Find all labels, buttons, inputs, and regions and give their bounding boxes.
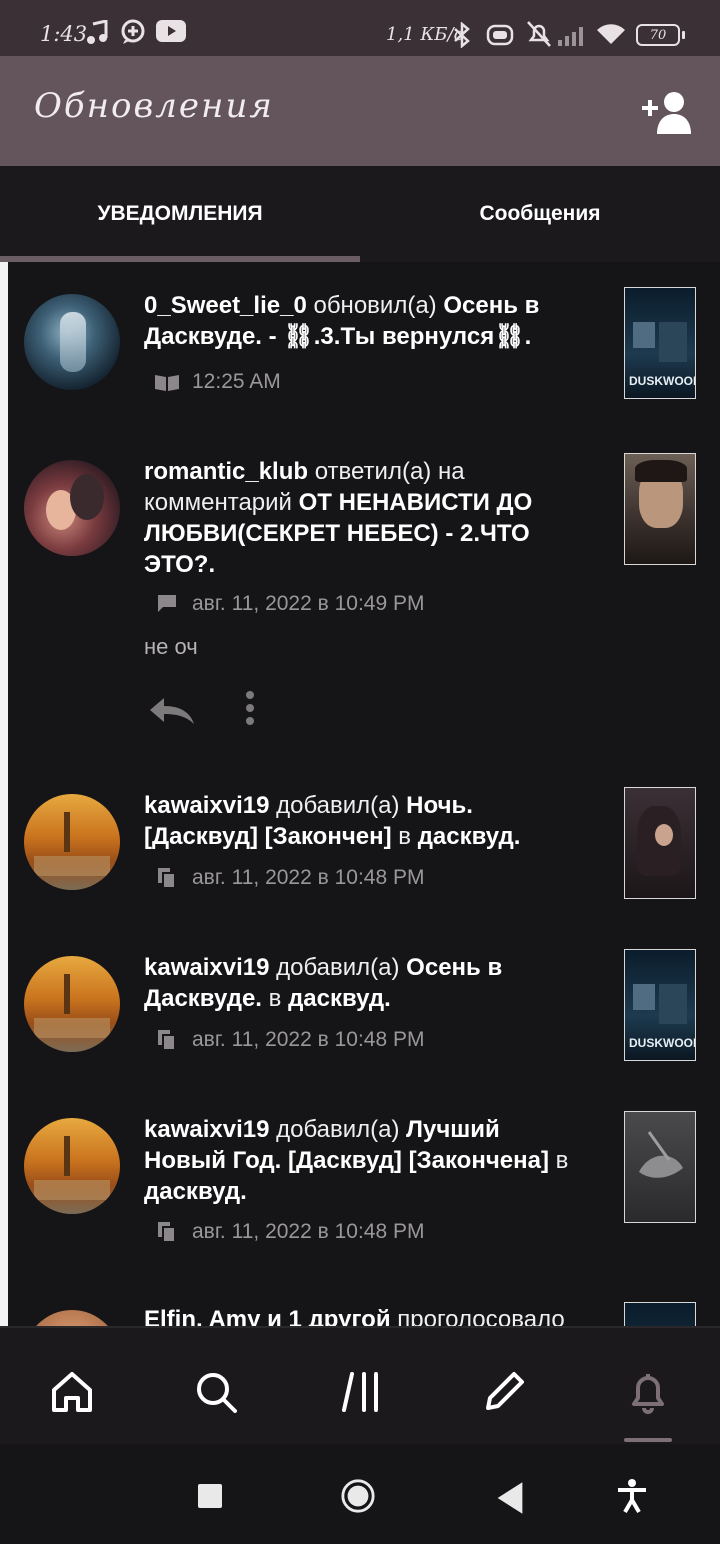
user-name[interactable]: 0_Sweet_lie_0 [144, 292, 307, 319]
bluetooth-icon [454, 22, 470, 48]
story-cover[interactable] [624, 1111, 696, 1223]
battery-tip [682, 31, 685, 39]
timestamp: авг. 11, 2022 в 10:49 PM [192, 592, 425, 615]
timestamp: авг. 11, 2022 в 10:48 PM [192, 1028, 425, 1051]
avatar[interactable] [24, 1118, 120, 1214]
tab-notifications[interactable]: УВЕДОМЛЕНИЯ [0, 166, 360, 262]
notification-item[interactable]: 0_Sweet_lie_0 обновил(а) Осень в Дасквуд… [8, 262, 720, 428]
youtube-icon [156, 20, 186, 42]
user-name[interactable]: romantic_klub [144, 458, 308, 485]
write-icon[interactable] [480, 1368, 528, 1416]
library-icon[interactable] [336, 1368, 384, 1416]
status-bar: 1:43 1,1 КБ/с 70 [0, 0, 720, 56]
notification-text: kawaixvi19 добавил(а) Осень в Дасквуде. … [144, 954, 503, 1012]
story-cover[interactable] [624, 1302, 696, 1326]
avatar[interactable] [24, 956, 120, 1052]
notification-text: 0_Sweet_lie_0 обновил(а) Осень в Дасквуд… [144, 292, 540, 350]
notification-text: kawaixvi19 добавил(а) Ночь. [Дасквуд] [З… [144, 792, 521, 850]
story-cover[interactable] [624, 787, 696, 899]
accessibility-icon[interactable] [614, 1478, 650, 1514]
comment-icon [158, 595, 176, 612]
cover-art [639, 1131, 683, 1178]
battery-icon: 70 [636, 24, 680, 46]
notification-meta: авг. 11, 2022 в 10:48 PM [154, 864, 425, 892]
notification-item[interactable]: kawaixvi19 добавил(а) Ночь. [Дасквуд] [З… [8, 762, 720, 924]
tab-messages[interactable]: Сообщения [360, 166, 720, 262]
user-name[interactable]: kawaixvi19 [144, 1116, 269, 1143]
home-circle-icon[interactable] [340, 1478, 376, 1514]
notification-item[interactable]: kawaixvi19 добавил(а) Осень в Дасквуде. … [8, 924, 720, 1086]
page-title: Обновления [34, 86, 274, 126]
notification-text: kawaixvi19 добавил(а) Лучший Новый Год. … [144, 1116, 569, 1205]
story-cover[interactable]: DUSKWOOD [624, 949, 696, 1061]
vibrate-icon [486, 24, 514, 46]
avatar[interactable] [24, 460, 120, 556]
notification-meta: авг. 11, 2022 в 10:49 PM [154, 590, 425, 618]
notification-item[interactable]: kawaixvi19 добавил(а) Лучший Новый Год. … [8, 1086, 720, 1286]
timestamp: авг. 11, 2022 в 10:48 PM [192, 1220, 425, 1243]
list-name[interactable]: дасквуд. [418, 823, 521, 850]
comment-actions [148, 690, 288, 730]
copy-icon [158, 1222, 176, 1243]
story-cover[interactable]: DUSKWOOD [624, 287, 696, 399]
app-header: Обновления [0, 56, 720, 166]
notification-item[interactable]: Elfin, Amy и 1 другой проголосовало [8, 1286, 720, 1326]
search-icon[interactable] [192, 1368, 240, 1416]
signal-icon [558, 27, 583, 46]
recents-icon[interactable] [198, 1484, 222, 1508]
status-time: 1:43 [40, 22, 88, 46]
copy-icon [158, 1030, 176, 1051]
copy-icon [158, 868, 176, 889]
notification-item[interactable]: romantic_klub ответил(а) на комментарий … [8, 428, 720, 762]
system-navigation [0, 1444, 720, 1544]
tab-bar: УВЕДОМЛЕНИЯ Сообщения [0, 166, 720, 262]
battery-level: 70 [649, 27, 667, 43]
music-note-icon [87, 20, 108, 44]
timestamp: 12:25 AM [192, 370, 281, 393]
story-cover[interactable] [624, 453, 696, 565]
avatar[interactable] [24, 294, 120, 390]
user-name[interactable]: kawaixvi19 [144, 954, 269, 981]
user-name[interactable]: kawaixvi19 [144, 792, 269, 819]
chat-bubble-icon [121, 19, 145, 44]
notification-feed[interactable]: 0_Sweet_lie_0 обновил(а) Осень в Дасквуд… [0, 262, 720, 1326]
mute-icon [527, 21, 551, 47]
more-options-icon[interactable] [244, 690, 256, 726]
timestamp: авг. 11, 2022 в 10:48 PM [192, 866, 425, 889]
wifi-icon [597, 24, 625, 44]
list-name[interactable]: дасквуд. [144, 1178, 247, 1205]
cover-label: DUSKWOOD [629, 1036, 696, 1050]
comment-text: не оч [144, 634, 198, 659]
active-tab-indicator [624, 1438, 672, 1442]
cover-label: DUSKWOOD [629, 374, 696, 388]
list-name[interactable]: дасквуд. [288, 985, 391, 1012]
back-icon[interactable] [492, 1480, 528, 1516]
bottom-navigation [0, 1326, 720, 1444]
scroll-rail [0, 262, 8, 1326]
reply-icon[interactable] [148, 694, 196, 726]
add-user-icon[interactable] [640, 90, 696, 134]
notification-meta: авг. 11, 2022 в 10:48 PM [154, 1218, 425, 1246]
user-name[interactable]: Elfin, Amy и 1 другой [144, 1306, 391, 1326]
notification-text: romantic_klub ответил(а) на комментарий … [144, 458, 533, 578]
avatar[interactable] [24, 794, 120, 890]
avatar[interactable] [24, 1310, 120, 1326]
home-icon[interactable] [48, 1368, 96, 1416]
book-icon [155, 375, 179, 391]
bell-icon[interactable] [624, 1368, 672, 1416]
notification-text: Elfin, Amy и 1 другой проголосовало [144, 1304, 584, 1326]
notification-meta: 12:25 AM [154, 368, 281, 396]
notification-meta: авг. 11, 2022 в 10:48 PM [154, 1026, 425, 1054]
